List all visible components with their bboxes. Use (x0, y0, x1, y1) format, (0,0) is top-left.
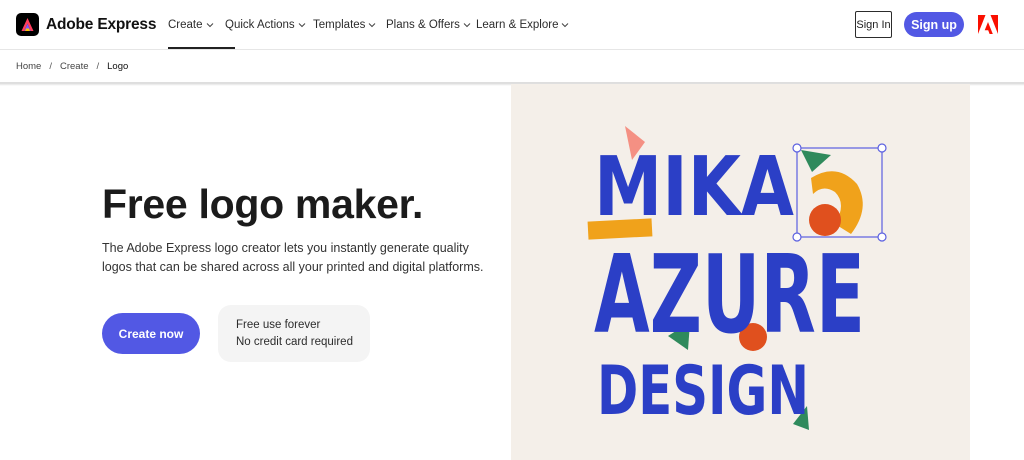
selection-handle (877, 232, 887, 242)
green-triangle-shape (801, 150, 831, 172)
logo-artwork: MIKA AZURE DESIGN (587, 126, 887, 431)
nav-quick-actions-label: Quick Actions (225, 19, 295, 31)
page-title: Free logo maker. (102, 181, 424, 227)
active-nav-indicator (168, 47, 235, 49)
logo-line-1: MIKA (594, 140, 794, 235)
breadcrumb: Home / Create / Logo (0, 50, 1024, 83)
info-line-free-use: Free use forever (236, 319, 321, 331)
adobe-logo-icon[interactable] (978, 15, 998, 34)
sign-up-button[interactable]: Sign up (904, 12, 964, 37)
red-circle-shape (809, 204, 841, 236)
breadcrumb-current: Logo (107, 60, 129, 72)
chevron-down-icon (298, 23, 306, 28)
nav-plans-offers[interactable]: Plans & Offers (386, 0, 471, 50)
nav-learn-explore-label: Learn & Explore (476, 19, 559, 31)
chevron-down-icon (463, 23, 471, 28)
adobe-express-logo-icon (16, 13, 39, 36)
breadcrumb-separator: / (49, 60, 52, 72)
chevron-down-icon (562, 23, 569, 28)
selection-handle (792, 232, 802, 242)
info-line-no-card: No credit card required (236, 336, 353, 348)
logo-line-2: AZURE (594, 233, 865, 358)
breadcrumb-create[interactable]: Create (60, 61, 89, 72)
logo-artwork-preview: MIKA AZURE DESIGN (511, 84, 970, 460)
brand[interactable]: Adobe Express (16, 13, 156, 36)
nav-create[interactable]: Create (168, 0, 214, 50)
hero-description: The Adobe Express logo creator lets you … (102, 241, 484, 274)
sign-in-button[interactable]: Sign In (855, 11, 892, 38)
nav-templates[interactable]: Templates (313, 0, 376, 50)
breadcrumb-separator: / (96, 60, 100, 72)
free-use-info: Free use forever No credit card required (218, 305, 370, 362)
create-now-button[interactable]: Create now (102, 313, 200, 354)
selection-handle (877, 143, 887, 153)
nav-quick-actions[interactable]: Quick Actions (225, 0, 306, 50)
nav-create-label: Create (168, 19, 203, 31)
logo-line-3: DESIGN (597, 352, 809, 431)
selection-handle (792, 143, 802, 153)
nav-templates-label: Templates (313, 19, 366, 31)
chevron-down-icon (206, 23, 213, 28)
top-navigation: Adobe Express Create Quick Actions Templ… (0, 0, 1024, 50)
brand-name: Adobe Express (46, 15, 157, 33)
breadcrumb-home[interactable]: Home (16, 61, 41, 72)
nav-plans-offers-label: Plans & Offers (386, 19, 460, 31)
chevron-down-icon (369, 23, 376, 28)
nav-learn-explore[interactable]: Learn & Explore (476, 0, 569, 50)
